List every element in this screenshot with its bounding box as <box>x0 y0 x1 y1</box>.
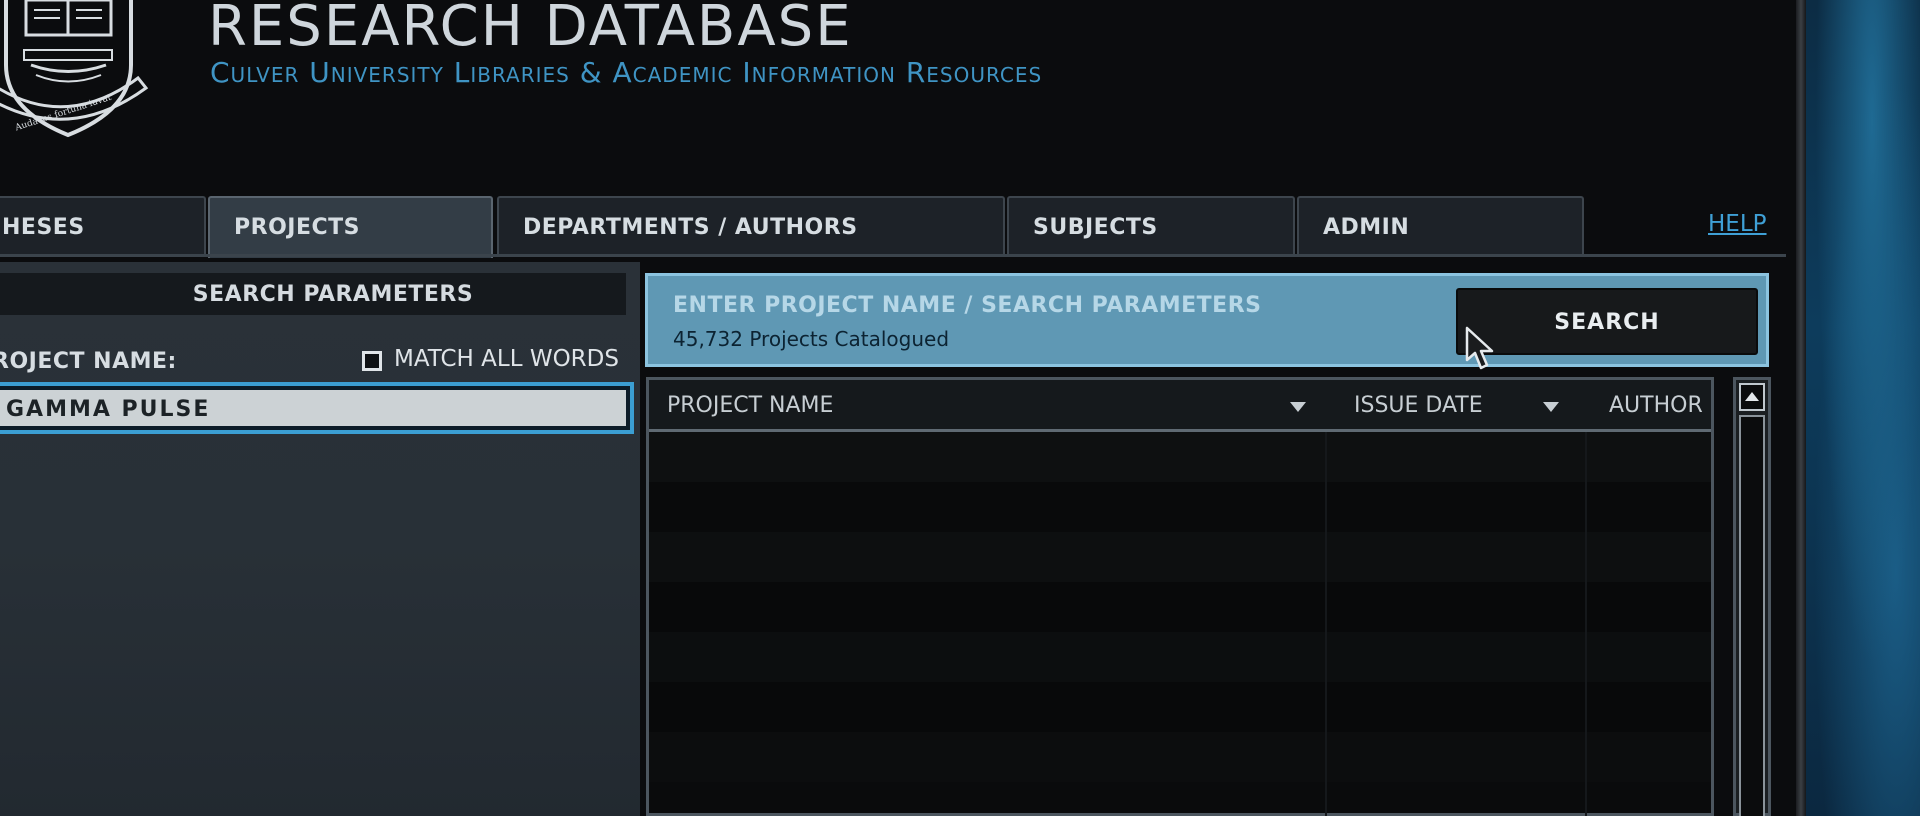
table-row <box>649 632 1711 682</box>
help-link[interactable]: HELP <box>1708 211 1767 237</box>
column-divider <box>1585 432 1587 816</box>
match-all-words-checkbox[interactable] <box>362 351 382 371</box>
issue-date-sort-icon[interactable] <box>1543 402 1559 412</box>
search-parameters-panel: SEARCH PARAMETERS ROJECT NAME: MATCH ALL… <box>0 262 640 816</box>
tab-projects[interactable]: PROJECTS <box>208 196 493 258</box>
scroll-up-icon[interactable] <box>1739 383 1765 411</box>
table-row <box>649 482 1711 532</box>
table-row <box>649 432 1711 482</box>
tab-subjects[interactable]: SUBJECTS <box>1007 196 1295 254</box>
search-banner: ENTER PROJECT NAME / SEARCH PARAMETERS 4… <box>645 273 1769 367</box>
results-table-header: PROJECT NAME ISSUE DATE AUTHOR <box>649 380 1711 432</box>
search-banner-title: ENTER PROJECT NAME / SEARCH PARAMETERS <box>673 293 1262 318</box>
table-row <box>649 732 1711 782</box>
table-row <box>649 582 1711 632</box>
table-row <box>649 532 1711 582</box>
column-header-issue-date[interactable]: ISSUE DATE <box>1354 393 1483 418</box>
tab-theses[interactable]: HESES <box>0 196 206 254</box>
tab-admin[interactable]: ADMIN <box>1297 196 1584 254</box>
match-all-words-label[interactable]: MATCH ALL WORDS <box>394 346 619 372</box>
project-name-label: ROJECT NAME: <box>0 349 177 374</box>
search-button[interactable]: SEARCH <box>1456 288 1758 355</box>
mouse-cursor-icon <box>1465 326 1494 370</box>
scroll-track[interactable] <box>1739 415 1765 816</box>
search-parameters-header: SEARCH PARAMETERS <box>0 273 626 315</box>
research-database-app: Audaces fortuna iuvat RESEARCH DATABASE … <box>0 0 1796 816</box>
tab-bar: HESES PROJECTS DEPARTMENTS / AUTHORS SUB… <box>0 196 1796 258</box>
column-divider <box>1325 432 1327 816</box>
desktop-background <box>1800 0 1920 816</box>
results-scrollbar[interactable] <box>1733 377 1771 816</box>
university-crest-icon: Audaces fortuna iuvat <box>0 0 149 138</box>
table-row <box>649 682 1711 732</box>
results-table[interactable]: PROJECT NAME ISSUE DATE AUTHOR <box>646 377 1714 816</box>
tab-departments-authors[interactable]: DEPARTMENTS / AUTHORS <box>497 196 1005 254</box>
window-edge <box>1796 0 1806 816</box>
page-title: RESEARCH DATABASE <box>208 0 853 59</box>
projects-count: 45,732 Projects Catalogued <box>673 327 950 351</box>
page-subtitle: Culver University Libraries & Academic I… <box>210 56 1043 89</box>
column-header-project-name[interactable]: PROJECT NAME <box>667 393 833 418</box>
tab-underline <box>0 254 1786 257</box>
column-header-author[interactable]: AUTHOR <box>1609 393 1703 418</box>
project-name-value[interactable]: GAMMA PULSE <box>0 390 626 426</box>
project-name-field[interactable]: GAMMA PULSE <box>0 382 634 434</box>
project-name-sort-icon[interactable] <box>1290 402 1306 412</box>
